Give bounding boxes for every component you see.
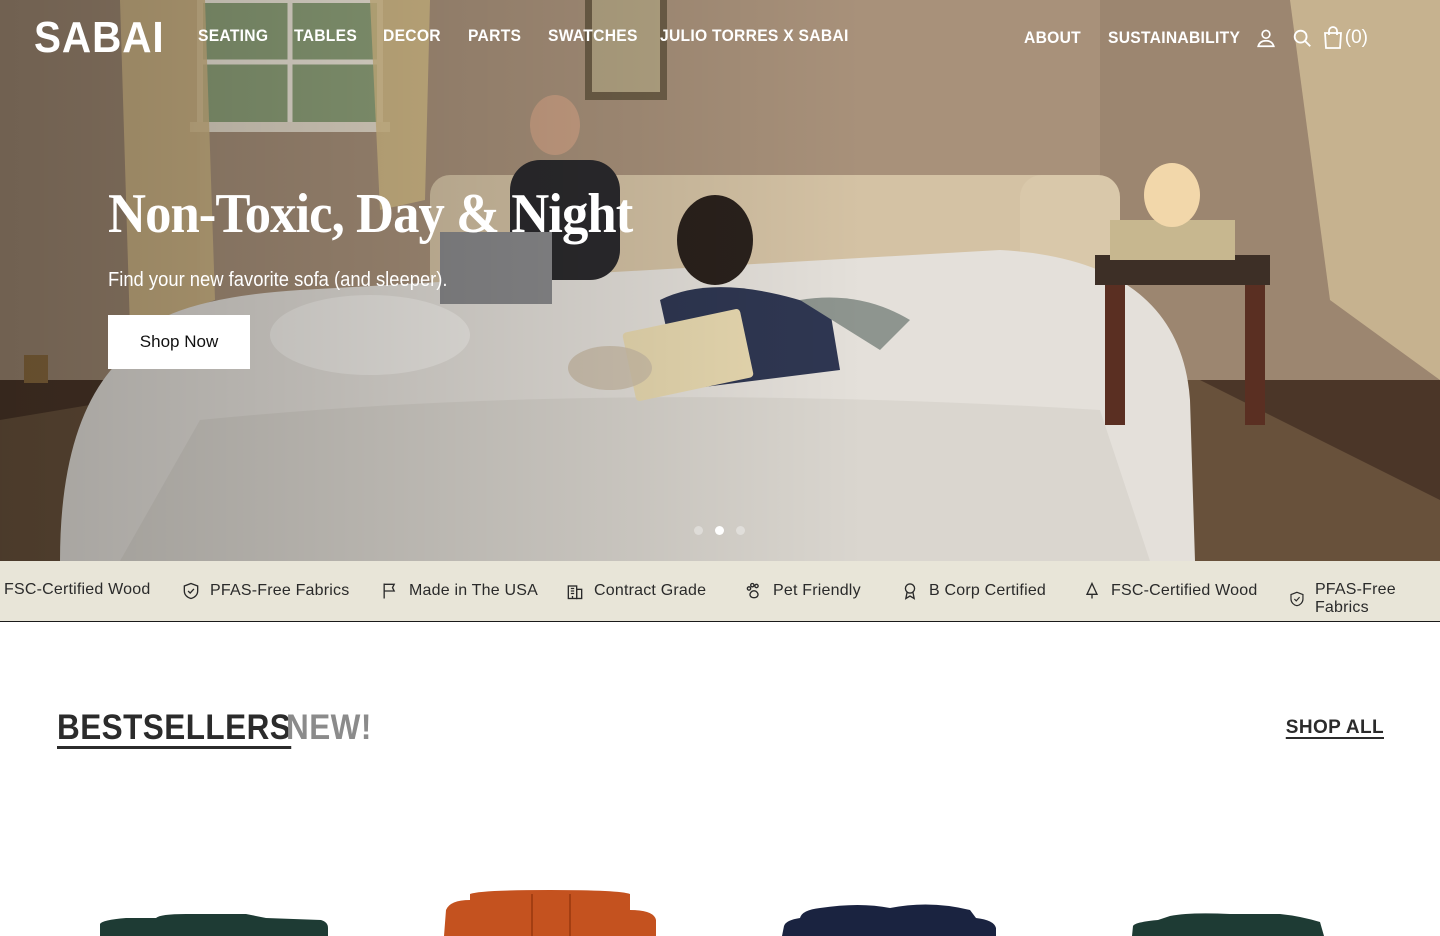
nav-julio-torres[interactable]: JULIO TORRES X SABAI [660, 26, 848, 46]
nav-about[interactable]: ABOUT [1024, 28, 1090, 48]
primary-nav: SEATING TABLES DECOR PARTS SWATCHES JULI… [198, 26, 860, 46]
nav-sustainability[interactable]: SUSTAINABILITY [1108, 28, 1240, 48]
building-icon [567, 585, 583, 600]
marquee-item: B Corp Certified [900, 581, 1046, 601]
nav-parts[interactable]: PARTS [468, 26, 542, 46]
carousel-dot-1[interactable] [694, 526, 703, 535]
marquee-item: PFAS-Free Fabrics [181, 581, 349, 601]
hero-title: Non-Toxic, Day & Night [108, 183, 633, 245]
carousel-dot-3[interactable] [736, 526, 745, 535]
product-card-sofa-green[interactable] [96, 880, 332, 936]
site-header: SABAI SEATING TABLES DECOR PARTS SWATCHE… [0, 0, 1440, 74]
nav-tables[interactable]: TABLES [294, 26, 376, 46]
tab-new[interactable]: NEW! [286, 708, 372, 748]
marquee-item: Made in The USA [380, 581, 538, 601]
hero-subtitle: Find your new favorite sofa (and sleeper… [108, 269, 448, 291]
award-icon [904, 583, 916, 600]
feature-marquee: FSC-Certified Wood PFAS-Free Fabrics Mad… [0, 561, 1440, 622]
carousel-dot-2[interactable] [715, 526, 724, 535]
marquee-label: PFAS-Free Fabrics [210, 582, 350, 599]
utility-nav: ABOUT SUSTAINABILITY (0) [1024, 24, 1368, 52]
product-card-chair-orange[interactable] [440, 880, 660, 936]
product-grid [0, 880, 1440, 936]
marquee-label: Contract Grade [594, 582, 707, 599]
marquee-item: Pet Friendly [744, 581, 861, 601]
cart-button[interactable]: (0) [1322, 26, 1368, 50]
product-tabs: BESTSELLERS NEW! [57, 708, 381, 748]
marquee-item: Contract Grade [565, 581, 706, 601]
product-card-sofa-navy[interactable] [780, 880, 1000, 936]
marquee-item: PFAS-Free Fabrics [1288, 581, 1440, 617]
marquee-label: FSC-Certified Wood [4, 581, 151, 598]
tab-bestsellers[interactable]: BESTSELLERS [57, 708, 291, 748]
paw-icon [746, 582, 759, 599]
marquee-label: B Corp Certified [929, 582, 1047, 599]
shield-check-icon [183, 582, 199, 600]
tree-icon [1085, 581, 1099, 599]
search-icon[interactable] [1284, 24, 1320, 52]
hero-banner: SABAI SEATING TABLES DECOR PARTS SWATCHE… [0, 0, 1440, 561]
bag-icon [1322, 26, 1344, 50]
shop-all-link[interactable]: SHOP ALL [1286, 717, 1384, 739]
marquee-label: PFAS-Free Fabrics [1314, 581, 1396, 616]
carousel-dots [694, 526, 745, 535]
brand-logo[interactable]: SABAI [34, 14, 165, 62]
marquee-item: FSC-Certified Wood [1082, 581, 1257, 601]
account-icon[interactable] [1248, 24, 1284, 52]
cart-count: (0) [1344, 27, 1368, 48]
shield-check-icon [1290, 591, 1304, 607]
marquee-item: FSC-Certified Wood [4, 581, 150, 599]
nav-seating[interactable]: SEATING [198, 26, 286, 46]
marquee-label: Made in The USA [409, 582, 538, 599]
marquee-label: Pet Friendly [773, 582, 861, 599]
nav-swatches[interactable]: SWATCHES [548, 26, 651, 46]
product-card-sofa-green-2[interactable] [1130, 880, 1326, 936]
nav-decor[interactable]: DECOR [383, 26, 461, 46]
marquee-label: FSC-Certified Wood [1111, 582, 1258, 599]
shop-now-button[interactable]: Shop Now [108, 315, 250, 369]
flag-icon [383, 583, 396, 599]
